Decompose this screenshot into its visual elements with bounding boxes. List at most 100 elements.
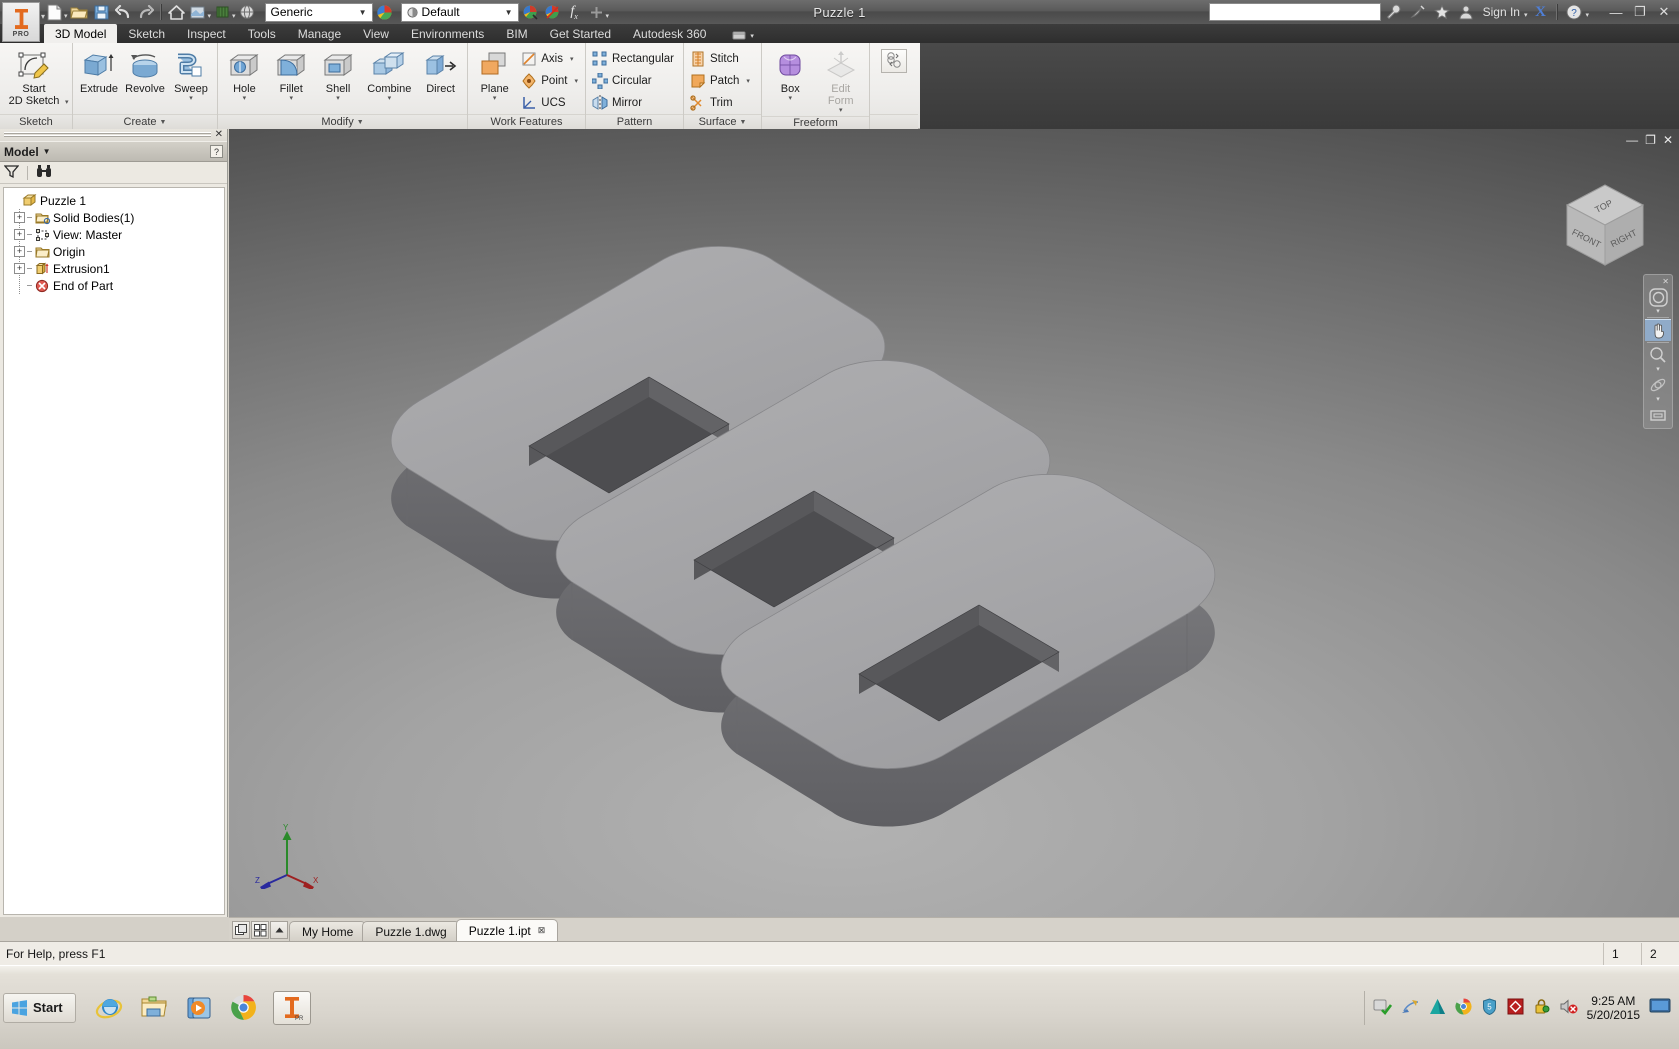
zoom-caret[interactable]: ▾	[1656, 366, 1660, 374]
shaded-display-icon[interactable]	[188, 2, 209, 23]
rectangular-pattern-button[interactable]: Rectangular	[589, 48, 678, 70]
orbit-globe-icon[interactable]	[237, 2, 258, 23]
trim-button[interactable]: Trim	[687, 92, 754, 114]
material-combo-caret[interactable]: ▼	[356, 8, 370, 17]
search-input[interactable]	[1208, 3, 1381, 21]
puzzle-part-model[interactable]	[229, 129, 1679, 917]
restore-window-button[interactable]: ❐	[1629, 2, 1651, 22]
appearance-combo-caret[interactable]: ▼	[502, 8, 516, 17]
look-at-icon[interactable]	[1645, 404, 1671, 426]
open-folder-icon[interactable]	[69, 2, 90, 23]
shield-security-icon[interactable]: 5	[1481, 997, 1498, 1018]
tree-node-end-of-part[interactable]: End of Part	[6, 277, 224, 294]
save-disk-icon[interactable]	[91, 2, 112, 23]
work-point-dropdown-caret[interactable]: ▾	[574, 77, 578, 85]
tab-bim[interactable]: BIM	[495, 24, 538, 43]
volume-muted-icon[interactable]	[1559, 998, 1578, 1018]
tab-autodesk-360[interactable]: Autodesk 360	[622, 24, 717, 43]
action-center-icon[interactable]	[1373, 998, 1392, 1018]
work-point-button[interactable]: Point ▾	[518, 70, 582, 92]
cascade-windows-icon[interactable]	[232, 921, 250, 939]
person-icon[interactable]	[1455, 1, 1477, 23]
tab-3d-model[interactable]: 3D Model	[44, 24, 118, 43]
google-chrome-icon[interactable]	[225, 991, 263, 1025]
combine-dropdown-caret[interactable]: ▾	[388, 95, 392, 102]
patch-dropdown-caret[interactable]: ▾	[746, 77, 750, 85]
find-binoculars-icon[interactable]	[36, 164, 52, 181]
sweep-button[interactable]: Sweep ▾	[168, 47, 214, 104]
patch-button[interactable]: Patch ▾	[687, 70, 754, 92]
adjust-appearance-icon[interactable]	[520, 2, 541, 23]
start-button[interactable]: Start	[3, 992, 76, 1023]
tree-node-puzzle-1[interactable]: Puzzle 1	[6, 192, 224, 294]
ribbon-display-caret[interactable]: ▾	[750, 32, 754, 43]
tab-manage[interactable]: Manage	[287, 24, 352, 43]
stitch-button[interactable]: Stitch	[687, 48, 754, 70]
tab-tools[interactable]: Tools	[237, 24, 287, 43]
tab-environments[interactable]: Environments	[400, 24, 495, 43]
ucs-button[interactable]: UCS	[518, 92, 582, 114]
clear-appearance-icon[interactable]	[542, 2, 563, 23]
navbar-close-icon[interactable]: ✕	[1662, 278, 1672, 286]
freeform-box-button[interactable]: Box ▾	[765, 47, 816, 104]
viewport-close-button[interactable]: ✕	[1663, 133, 1673, 147]
chrome-tray-icon[interactable]	[1455, 998, 1472, 1018]
sweep-dropdown-caret[interactable]: ▾	[189, 95, 193, 102]
create-dialog-launcher[interactable]: ▼	[160, 119, 167, 126]
home-icon[interactable]	[166, 2, 187, 23]
star-icon[interactable]	[1431, 1, 1453, 23]
circular-pattern-button[interactable]: Circular	[589, 70, 678, 92]
zoom-magnifier-icon[interactable]	[1645, 344, 1671, 366]
application-menu-button[interactable]: PRO	[2, 2, 40, 42]
scroll-up-icon[interactable]	[270, 921, 288, 939]
steering-wheel-icon[interactable]	[1645, 286, 1671, 308]
orbit-caret[interactable]: ▾	[1656, 396, 1660, 404]
tab-inspect[interactable]: Inspect	[176, 24, 237, 43]
steering-wheel-caret[interactable]: ▾	[1656, 308, 1660, 316]
network-icon[interactable]	[1401, 998, 1420, 1018]
viewcube[interactable]: TOP FRONT RIGHT	[1559, 179, 1651, 271]
add-to-qat-icon[interactable]	[586, 2, 607, 23]
internet-explorer-icon[interactable]	[90, 991, 128, 1025]
tree-expander-solid-bodies[interactable]: +	[14, 212, 25, 223]
file-explorer-icon[interactable]	[135, 991, 173, 1025]
wrench-icon[interactable]	[1383, 1, 1405, 23]
doctab-my-home[interactable]: My Home	[289, 921, 367, 941]
autodesk-exchange-icon[interactable]: X	[1529, 1, 1551, 23]
extrude-button[interactable]: Extrude	[76, 47, 122, 97]
shell-dropdown-caret[interactable]: ▾	[336, 95, 340, 102]
fillet-dropdown-caret[interactable]: ▾	[289, 95, 293, 102]
close-window-button[interactable]: ✕	[1653, 2, 1675, 22]
sign-in-caret[interactable]: ▾	[1524, 11, 1528, 23]
model-tree[interactable]: Puzzle 1 + Solid Bodies(1) + View: Maste…	[3, 187, 225, 915]
work-plane-button[interactable]: Plane ▾	[471, 47, 518, 104]
freeform-box-dropdown-caret[interactable]: ▾	[788, 95, 792, 102]
doctab-close-icon[interactable]: ⊠	[538, 925, 546, 936]
help-icon[interactable]: ?	[1563, 1, 1585, 23]
media-player-icon[interactable]	[180, 991, 218, 1025]
edit-form-dropdown-caret[interactable]: ▾	[839, 107, 843, 114]
work-axis-button[interactable]: Axis ▾	[518, 48, 582, 70]
tree-expander-origin[interactable]: +	[14, 246, 25, 257]
tree-node-solid-bodies[interactable]: + Solid Bodies(1)	[6, 209, 224, 226]
appearance-icon[interactable]	[212, 2, 233, 23]
work-axis-dropdown-caret[interactable]: ▾	[570, 55, 574, 63]
modify-dialog-launcher[interactable]: ▼	[357, 119, 364, 126]
hole-dropdown-caret[interactable]: ▾	[243, 95, 247, 102]
3d-viewport[interactable]: — ❐ ✕ TOP FRONT RIGHT ✕ ▾ ▾ ▾ Z X Y	[229, 129, 1679, 917]
direct-edit-button[interactable]: Direct	[417, 47, 464, 97]
parameters-fx-icon[interactable]: fx	[564, 2, 585, 23]
viewport-minimize-button[interactable]: —	[1626, 133, 1638, 147]
start-2d-sketch-button[interactable]: Start 2D Sketch	[3, 47, 65, 109]
autodesk-tray-icon[interactable]	[1429, 998, 1446, 1018]
lock-key-icon[interactable]	[1533, 998, 1550, 1018]
browser-title-caret[interactable]: ▼	[43, 147, 51, 156]
edit-form-button[interactable]: Edit Form ▾	[816, 47, 867, 116]
fillet-button[interactable]: Fillet ▾	[268, 47, 315, 104]
surface-dialog-launcher[interactable]: ▼	[739, 119, 746, 126]
browser-help-icon[interactable]: ?	[210, 145, 223, 158]
mirror-button[interactable]: Mirror	[589, 92, 678, 114]
sign-in-button[interactable]: Sign In	[1479, 5, 1524, 19]
viewport-restore-button[interactable]: ❐	[1645, 133, 1656, 147]
ribbon-display-icon[interactable]	[729, 28, 749, 43]
